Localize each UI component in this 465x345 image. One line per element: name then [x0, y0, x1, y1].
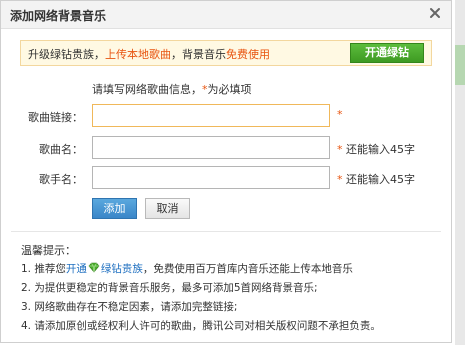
song-name-char-count: 还能输入45字 — [346, 143, 415, 156]
song-name-label: 歌曲名： — [39, 143, 83, 156]
required-star: * — [337, 173, 343, 186]
dialog-title: 添加网络背景音乐 — [10, 9, 107, 23]
form-hint: 请填写网络歌曲信息，*为必填项 — [92, 81, 252, 97]
song-link-required: * — [337, 108, 343, 121]
tip-item-1: 1. 推荐您开通 绿钻贵族，免费使用百万首库内音乐还能上传本地音乐 — [21, 261, 353, 276]
cancel-button[interactable]: 取消 — [145, 198, 190, 219]
open-link[interactable]: 开通 — [66, 263, 87, 275]
promo-text: 升级绿钻贵族，上传本地歌曲，背景音乐免费使用 — [28, 46, 270, 62]
close-icon[interactable] — [427, 5, 443, 21]
hint-required: 为必填项 — [207, 83, 252, 96]
divider — [11, 231, 441, 232]
upload-local-song-link[interactable]: 上传本地歌曲 — [105, 48, 171, 61]
required-star: * — [337, 108, 343, 121]
tip-item-4: 4. 请添加原创或经权利人许可的歌曲，腾讯公司对相关版权问题不承担负责。 — [21, 320, 381, 332]
singer-name-input[interactable] — [92, 166, 330, 189]
required-star: * — [337, 143, 343, 156]
tip-item-3: 3. 网络歌曲存在不稳定因素，请添加完整链接; — [21, 301, 238, 313]
add-button[interactable]: 添加 — [92, 198, 137, 219]
song-link-input[interactable] — [92, 104, 330, 127]
promo-middle: ，背景音乐 — [171, 48, 226, 61]
promo-prefix: 升级绿钻贵族， — [28, 48, 105, 61]
background-green-element — [455, 45, 465, 85]
singer-name-required: * 还能输入45字 — [337, 171, 415, 187]
singer-name-char-count: 还能输入45字 — [346, 173, 415, 186]
tip-item-2: 2. 为提供更稳定的背景音乐服务，最多可添加5首网络背景音乐; — [21, 282, 318, 294]
hint-text: 请填写网络歌曲信息， — [92, 83, 202, 96]
green-diamond-icon — [88, 262, 100, 276]
song-name-required: * 还能输入45字 — [337, 141, 415, 157]
green-diamond-promo-banner: 升级绿钻贵族，上传本地歌曲，背景音乐免费使用 开通绿钻 — [20, 40, 432, 66]
add-music-dialog: 添加网络背景音乐 升级绿钻贵族，上传本地歌曲，背景音乐免费使用 开通绿钻 请填写… — [0, 0, 452, 343]
tip-prefix: 1. 推荐您 — [21, 263, 66, 275]
dialog-titlebar: 添加网络背景音乐 — [1, 1, 451, 29]
free-use-text: 免费使用 — [226, 48, 270, 61]
open-green-diamond-button[interactable]: 开通绿钻 — [350, 43, 424, 63]
song-name-input[interactable] — [92, 136, 330, 159]
tip-suffix: ，免费使用百万首库内音乐还能上传本地音乐 — [142, 263, 353, 275]
song-link-label: 歌曲链接： — [28, 111, 83, 124]
tips-title: 温馨提示： — [21, 244, 76, 257]
singer-name-label: 歌手名： — [39, 173, 83, 186]
green-diamond-vip-link[interactable]: 绿钻贵族 — [101, 263, 143, 275]
